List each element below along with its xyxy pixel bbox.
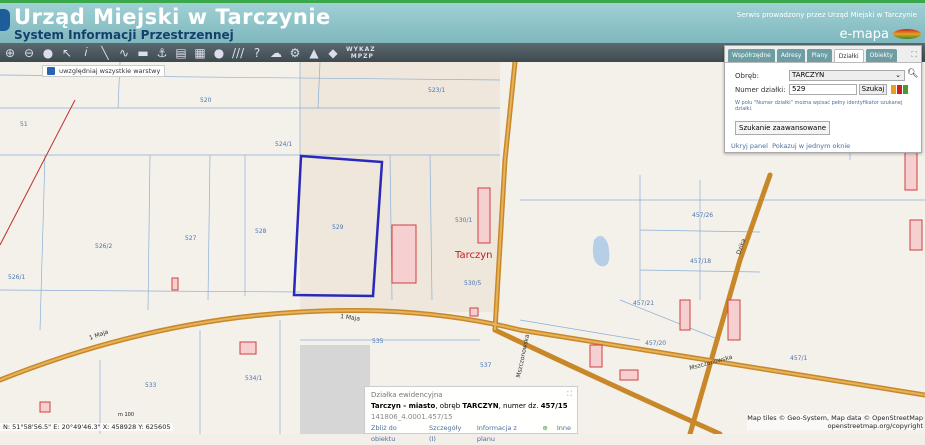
parcel-label: 535 — [372, 338, 384, 345]
tab-plany[interactable]: Plany — [807, 49, 832, 62]
parcel-label: 457/26 — [692, 212, 713, 219]
advanced-search-button[interactable]: Szukanie zaawansowane — [735, 121, 831, 135]
tab-wspolrzedne[interactable]: Współrzędne — [728, 49, 775, 62]
brand-text: e-mapa — [839, 27, 889, 42]
parcel-label: 51 — [20, 121, 28, 128]
coordinates-readout: N: 51°58'56.5" E: 20°49'46.3" X: 458928 … — [0, 423, 174, 431]
info-id: 141806_4.0001.457/15 — [371, 413, 453, 421]
panel-tabs: Współrzędne Adresy Plany Działki Obiekty — [725, 46, 921, 63]
attribution-link[interactable]: openstreetmap.org/copyright — [747, 422, 923, 430]
parcel-label: 530/1 — [455, 217, 472, 224]
measure-line-icon[interactable]: ╲ — [99, 46, 111, 60]
zoom-out-icon[interactable]: ⊖ — [23, 46, 35, 60]
chevron-down-icon: ⌄ — [895, 71, 901, 79]
parcel-label: 528 — [255, 228, 267, 235]
color-legend-icon — [891, 85, 908, 94]
expand-icon[interactable]: ⛶ — [567, 389, 572, 400]
info-heading: Działka ewidencyjna — [371, 391, 443, 399]
attribution-line: Map tiles © Geo-System, Map data © OpenS… — [747, 414, 923, 422]
settings-icon[interactable]: ⚙ — [289, 46, 301, 60]
parcel-label: 523/1 — [428, 87, 445, 94]
all-layers-checkbox[interactable]: uwzględniaj wszystkie warstwy — [42, 65, 166, 77]
checkbox-label: uwzględniaj wszystkie warstwy — [59, 67, 161, 75]
full-extent-icon[interactable]: ● — [42, 46, 54, 60]
terrain-icon[interactable]: ▲ — [308, 46, 320, 60]
parcel-label: 529 — [332, 224, 344, 231]
help-icon[interactable]: ? — [251, 46, 263, 60]
header: Urząd Miejski w Tarczynie System Informa… — [0, 0, 925, 43]
app-subtitle: System Informacji Przestrzennej — [14, 28, 234, 42]
parcel-label: 457/18 — [690, 258, 711, 265]
document-icon[interactable]: ▤ — [175, 46, 187, 60]
parcel-label: 457/20 — [645, 340, 666, 347]
obreb-value: TARCZYN — [792, 71, 825, 79]
parcel-label: 520 — [200, 97, 212, 104]
comment-icon[interactable]: ● — [213, 46, 225, 60]
parcel-label: 457/21 — [633, 300, 654, 307]
collapse-panel-icon[interactable]: ⛶ — [911, 50, 917, 60]
info-icon[interactable]: 𝑖 — [80, 45, 92, 60]
obreb-label: Obręb: — [735, 72, 759, 80]
details-link[interactable]: Szczegóły (I) — [429, 423, 468, 445]
parcel-label: 530/5 — [464, 280, 481, 287]
hint-text: W polu "Numer działki" można wpisać pełn… — [735, 100, 903, 112]
numer-label: Numer działki: — [735, 86, 786, 94]
wykaz-mpzp-button[interactable]: WYKAZ MPZP — [346, 46, 376, 60]
print-icon[interactable]: ▬ — [137, 46, 149, 60]
parcel-label: 534/1 — [245, 375, 262, 382]
hide-panel-link[interactable]: Ukryj panel — [731, 142, 768, 150]
anchor-icon[interactable]: ⚓ — [156, 46, 168, 60]
measure-path-icon[interactable]: ∿ — [118, 46, 130, 60]
parcel-number-input[interactable]: 529 — [789, 84, 857, 95]
share-icon[interactable]: ◆ — [327, 46, 339, 60]
logo-icon — [0, 9, 10, 31]
zoom-to-object-link[interactable]: Zbliż do obiektu — [371, 423, 420, 445]
other-link[interactable]: Inne — [557, 423, 571, 445]
parcel-label: 524/1 — [275, 141, 292, 148]
tab-dzialki[interactable]: Działki — [833, 49, 864, 62]
zoom-in-icon[interactable]: ⊕ — [4, 46, 16, 60]
parcel-label: 526/1 — [8, 274, 25, 281]
emapa-logo-icon — [893, 29, 921, 39]
info-obreb-text: , obręb — [435, 402, 463, 410]
obreb-select[interactable]: TARCZYN ⌄ — [789, 70, 905, 81]
tab-adresy[interactable]: Adresy — [776, 49, 806, 62]
parcel-label: 527 — [185, 235, 197, 242]
select-arrow-icon[interactable]: ↖ — [61, 46, 73, 60]
app-title: Urząd Miejski w Tarczynie — [14, 5, 331, 29]
hatch-icon[interactable]: /// — [232, 46, 244, 60]
search-button[interactable]: Szukaj — [859, 84, 887, 95]
info-numer-text: , numer dz. — [498, 402, 541, 410]
service-text: Serwis prowadzony przez Urząd Miejski w … — [736, 11, 917, 19]
single-window-link[interactable]: Pokazuj w jednym oknie — [772, 142, 850, 150]
checkbox-checked-icon[interactable] — [47, 67, 55, 75]
search-panel: Współrzędne Adresy Plany Działki Obiekty… — [724, 45, 922, 153]
parcel-label: 457/1 — [790, 355, 807, 362]
plus-circle-icon[interactable]: ⊕ — [542, 423, 547, 445]
tab-obiekty[interactable]: Obiekty — [865, 49, 897, 62]
parcel-info-popup: ⛶ Działka ewidencyjna Tarczyn - miasto, … — [364, 386, 578, 443]
search-icon[interactable]: 🔍︎ — [907, 69, 918, 79]
info-numer: 457/15 — [540, 402, 568, 410]
parcel-label: 537 — [480, 362, 492, 369]
town-label: Tarczyn — [454, 250, 492, 261]
attribution: Map tiles © Geo-System, Map data © OpenS… — [747, 414, 923, 430]
info-obreb: TARCZYN — [462, 402, 499, 410]
parcel-label: 533 — [145, 382, 157, 389]
plan-info-link[interactable]: Informacja z planu — [477, 423, 534, 445]
layout-icon[interactable]: ▦ — [194, 46, 206, 60]
info-place: Tarczyn - miasto — [371, 402, 436, 410]
parcel-label: 526/2 — [95, 243, 112, 250]
cloud-icon[interactable]: ☁ — [270, 46, 282, 60]
scale-bar: m 100 — [118, 412, 135, 418]
